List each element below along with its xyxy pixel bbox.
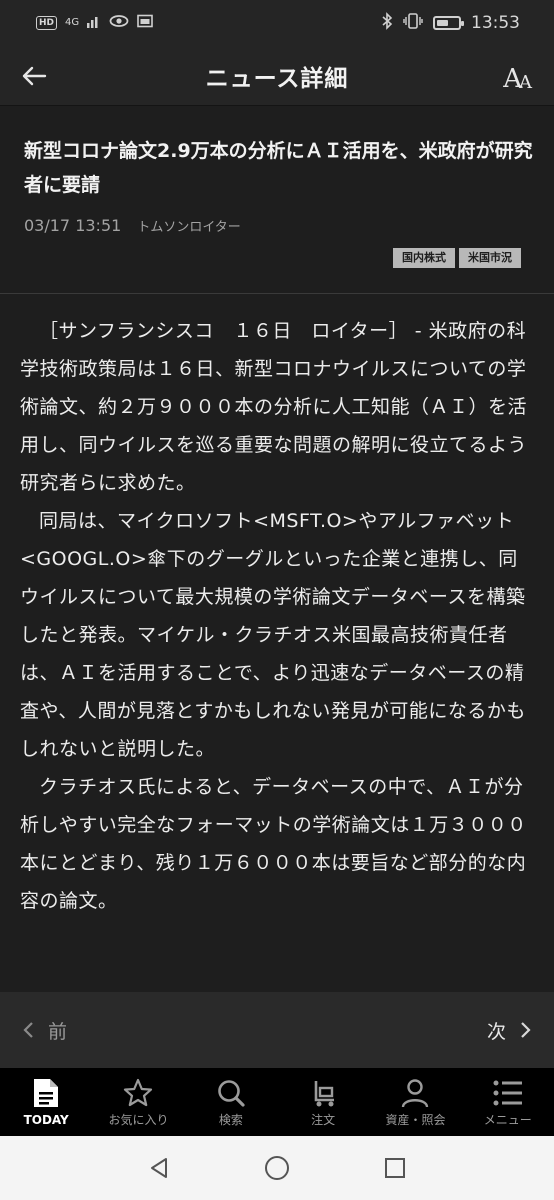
- square-recents-icon: [385, 1158, 405, 1178]
- search-icon: [214, 1076, 248, 1110]
- nav-label: 資産・照会: [385, 1113, 446, 1127]
- status-bar: HD 4G 13:53: [0, 0, 554, 46]
- article-pager: 前 次: [0, 992, 554, 1068]
- prev-label: 前: [48, 1020, 68, 1043]
- next-label: 次: [486, 1020, 506, 1043]
- nav-label: 注文: [311, 1113, 336, 1127]
- signal-icon: [87, 14, 101, 32]
- eye-comfort-icon: [109, 14, 129, 32]
- font-size-icon-small: A: [519, 72, 532, 93]
- bluetooth-icon: [381, 12, 393, 34]
- chevron-left-icon: [23, 1022, 33, 1038]
- cart-icon: [306, 1076, 340, 1110]
- status-right: 13:53: [381, 12, 520, 34]
- nav-today[interactable]: TODAY: [0, 1068, 92, 1136]
- network-indicator: 4G: [65, 17, 80, 28]
- menu-list-icon: [491, 1076, 525, 1110]
- nav-label: お気に入り: [108, 1113, 169, 1127]
- battery-icon: [433, 16, 464, 30]
- screen-icon: [137, 14, 153, 32]
- article-paragraph: クラチオス氏によると、データベースの中で、ＡＩが分析しやすい完全なフォーマットの…: [20, 776, 527, 912]
- article-date: 03/17 13:51: [24, 216, 122, 235]
- article-paragraph: ［サンフランシスコ １６日 ロイター］ - 米政府の科学技術政策局は１６日、新型…: [20, 320, 528, 494]
- font-size-button[interactable]: AA: [503, 60, 532, 92]
- arrow-left-icon: [22, 66, 47, 86]
- back-button[interactable]: [18, 60, 50, 92]
- nav-assets[interactable]: 資産・照会: [369, 1068, 461, 1136]
- article-body[interactable]: ［サンフランシスコ １６日 ロイター］ - 米政府の科学技術政策局は１６日、新型…: [20, 298, 534, 992]
- hd-indicator: HD: [36, 16, 58, 30]
- status-time: 13:53: [471, 13, 520, 33]
- nav-search[interactable]: 検索: [185, 1068, 277, 1136]
- person-icon: [398, 1076, 432, 1110]
- nav-menu[interactable]: メニュー: [462, 1068, 554, 1136]
- nav-label: 検索: [218, 1113, 243, 1127]
- star-icon: [121, 1076, 155, 1110]
- nav-label: TODAY: [23, 1113, 69, 1127]
- triangle-back-icon: [151, 1158, 167, 1178]
- article-source: トムソンロイター: [137, 220, 241, 235]
- prev-article-button[interactable]: 前: [22, 1017, 67, 1044]
- system-recents-button[interactable]: [375, 1148, 415, 1188]
- today-document-icon: [29, 1076, 63, 1110]
- article-header: 新型コロナ論文2.9万本の分析にＡＩ活用を、米政府が研究者に要請 03/17 1…: [0, 106, 554, 294]
- tag-us-market[interactable]: 米国市況: [459, 248, 521, 268]
- circle-home-icon: [265, 1156, 289, 1180]
- tag-domestic-stocks[interactable]: 国内株式: [393, 248, 455, 268]
- article-title: 新型コロナ論文2.9万本の分析にＡＩ活用を、米政府が研究者に要請: [24, 140, 533, 196]
- status-left: HD 4G: [36, 14, 153, 32]
- nav-favorites[interactable]: お気に入り: [92, 1068, 184, 1136]
- article-tags: 国内株式 米国市況: [393, 248, 521, 268]
- vibrate-icon: [403, 13, 423, 33]
- next-article-button[interactable]: 次: [487, 1017, 532, 1044]
- battery-level: [437, 20, 448, 26]
- article-meta: 03/17 13:51 トムソンロイター: [24, 216, 241, 235]
- app-header: ニュース詳細 AA: [0, 46, 554, 106]
- system-nav-bar: [0, 1136, 554, 1200]
- page-title: ニュース詳細: [205, 65, 349, 92]
- chevron-right-icon: [521, 1022, 531, 1038]
- system-home-button[interactable]: [257, 1148, 297, 1188]
- bottom-nav: TODAY お気に入り 検索 注文 資産・照会 メニュー: [0, 1068, 554, 1136]
- nav-order[interactable]: 注文: [277, 1068, 369, 1136]
- article-paragraph: 同局は、マイクロソフト<MSFT.O>やアルファベット<GOOGL.O>傘下のグ…: [20, 510, 526, 760]
- nav-label: メニュー: [483, 1113, 532, 1127]
- system-back-button[interactable]: [139, 1148, 179, 1188]
